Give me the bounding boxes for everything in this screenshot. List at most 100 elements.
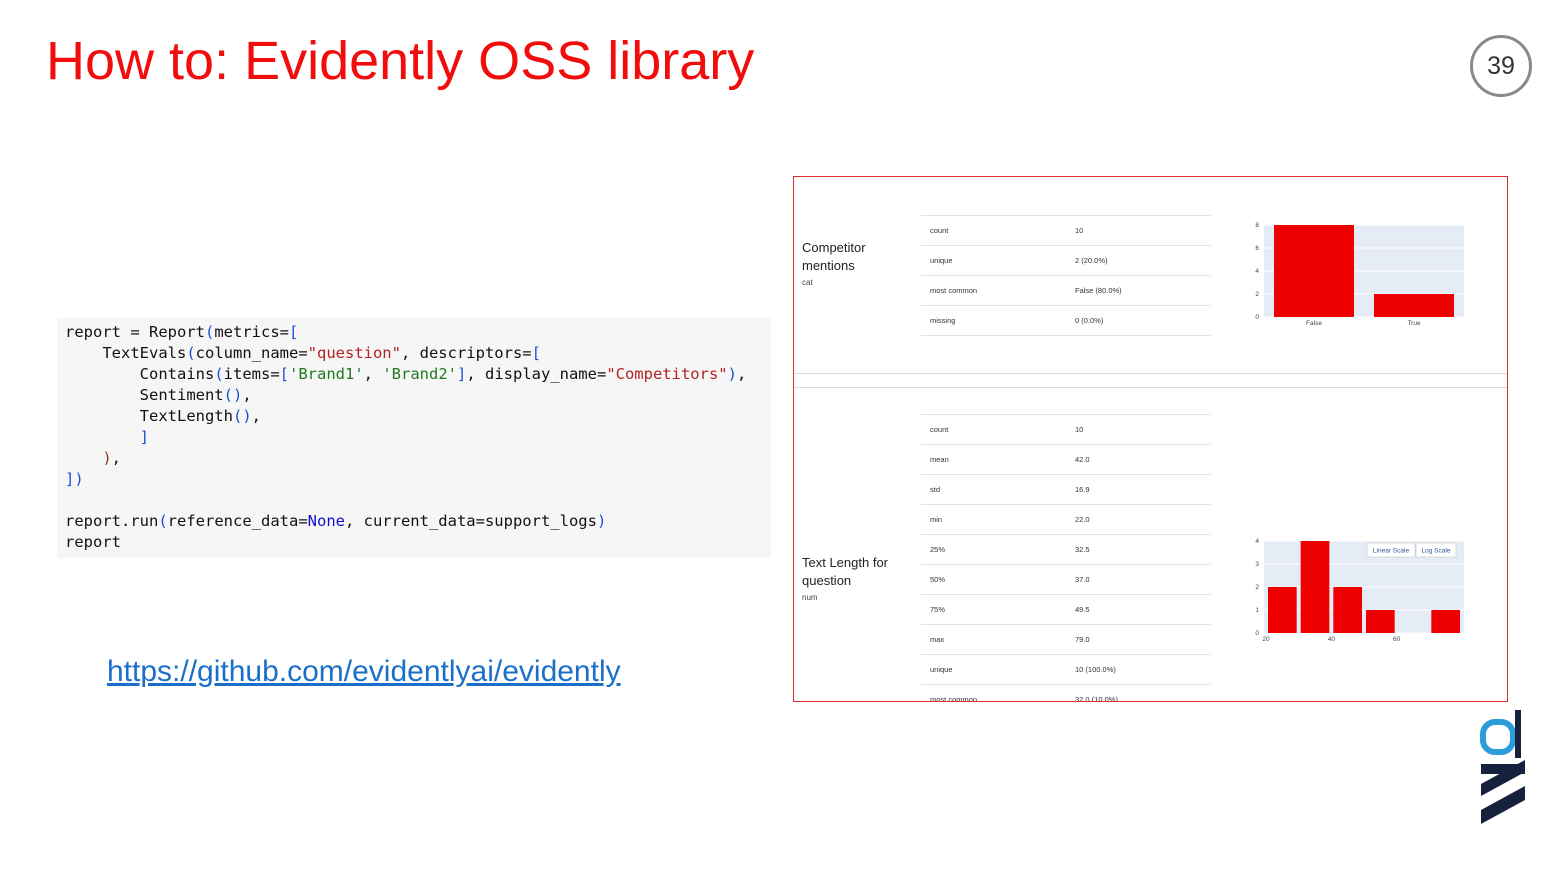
- code-line: report = Report(metrics=[: [65, 322, 771, 343]
- code-token: report: [65, 533, 121, 551]
- code-token: report = Report: [65, 323, 205, 341]
- code-token: [: [288, 323, 299, 341]
- linear-scale-button[interactable]: Linear Scale: [1366, 542, 1416, 558]
- stat-value: 79.0: [1075, 635, 1090, 644]
- log-scale-button[interactable]: Log Scale: [1415, 542, 1457, 558]
- stat-row: min 22.0: [921, 504, 1211, 534]
- stat-value: 16.9: [1075, 485, 1090, 494]
- y-tick-label: 3: [1255, 561, 1259, 568]
- stat-key: most common: [930, 286, 978, 295]
- stat-row: most common False (80.0%): [921, 275, 1211, 305]
- stat-key: min: [930, 515, 943, 524]
- code-token: None: [307, 512, 345, 530]
- histogram-text-length: 0 1 2 3 4 20 40 60 Linear Scale Log Scale: [1244, 535, 1474, 650]
- section-divider: [794, 387, 1507, 388]
- evidently-report: Competitor mentions cat count 10 unique 2 (…: [793, 176, 1508, 702]
- stat-value: 2 (20.0%): [1075, 256, 1108, 265]
- bar-chart-competitor-mentions: 0 2 4 6 8 False True: [1244, 217, 1474, 332]
- code-token: [: [279, 365, 289, 383]
- code-token: [: [531, 344, 541, 362]
- stat-row: std 16.9: [921, 474, 1211, 504]
- code-line: report.run(reference_data=None, current_…: [65, 511, 771, 532]
- y-tick-label: 0: [1255, 314, 1259, 321]
- code-line: report: [65, 532, 771, 553]
- stat-value: 10: [1075, 425, 1084, 434]
- histogram-bar: [1268, 587, 1297, 633]
- feature-type-cat: cat: [802, 278, 813, 287]
- stat-row: 25% 32.5: [921, 534, 1211, 564]
- code-token: TextEvals: [65, 344, 187, 362]
- code-line: ]): [65, 469, 771, 490]
- code-token: Sentiment: [65, 386, 224, 404]
- stat-key: 25%: [930, 545, 946, 554]
- stat-key: unique: [930, 256, 953, 265]
- stat-key: missing: [930, 316, 956, 325]
- y-tick-label: 1: [1255, 607, 1259, 614]
- stat-value: 37.0: [1075, 575, 1090, 584]
- code-token: items=: [223, 365, 280, 383]
- x-tick-label: False: [1306, 320, 1322, 327]
- bar-true: [1374, 294, 1454, 317]
- code-token: (: [214, 365, 224, 383]
- chart-svg-2: 0 1 2 3 4 20 40 60 Linear Scale Log Scale: [1255, 538, 1464, 643]
- stat-row: count 10: [921, 215, 1211, 245]
- stat-value: False (80.0%): [1075, 286, 1122, 295]
- stat-value: 32.5: [1075, 545, 1090, 554]
- chart-svg-1: 0 2 4 6 8 False True: [1255, 222, 1464, 327]
- section-divider: [794, 373, 1507, 374]
- code-line: TextLength(),: [65, 406, 771, 427]
- code-token: TextLength: [65, 407, 233, 425]
- stat-row: 50% 37.0: [921, 564, 1211, 594]
- code-token: column_name=: [195, 344, 308, 362]
- stat-key: count: [930, 226, 949, 235]
- code-token: 'Brand1': [289, 365, 364, 383]
- y-tick-label: 2: [1255, 291, 1259, 298]
- code-token: , descriptors=: [400, 344, 532, 362]
- x-tick-label: 40: [1328, 636, 1336, 643]
- y-tick-label: 4: [1255, 538, 1259, 545]
- stat-key: unique: [930, 665, 953, 674]
- code-token: (: [204, 323, 215, 341]
- page-number-badge: 39: [1470, 35, 1532, 97]
- code-token: reference_data=: [167, 512, 308, 530]
- code-token: ): [727, 365, 737, 383]
- stat-row: unique 2 (20.0%): [921, 245, 1211, 275]
- y-tick-label: 4: [1255, 268, 1259, 275]
- feature-type-num: num: [802, 593, 818, 602]
- code-token: ]): [65, 470, 84, 488]
- code-token: ,: [242, 386, 252, 404]
- x-tick-label: True: [1407, 320, 1421, 327]
- code-token: , current_data=support_logs: [344, 512, 597, 530]
- stat-key: max: [930, 635, 945, 644]
- stat-row: max 79.0: [921, 624, 1211, 654]
- stats-table-feature1: count 10 unique 2 (20.0%) most common False (…: [921, 215, 1211, 336]
- stat-key: most common: [930, 695, 978, 702]
- code-token: metrics=: [214, 323, 289, 341]
- stat-value: 10 (100.0%): [1075, 665, 1116, 674]
- histogram-bar: [1333, 587, 1362, 633]
- stat-key: 75%: [930, 605, 946, 614]
- code-token: , display_name=: [466, 365, 607, 383]
- stat-value: 49.5: [1075, 605, 1090, 614]
- stat-row: count 10: [921, 414, 1211, 444]
- code-token: "question": [307, 344, 401, 362]
- stat-value: 10: [1075, 226, 1084, 235]
- stat-key: 50%: [930, 575, 946, 584]
- code-line: ),: [65, 448, 771, 469]
- code-token: ,: [111, 449, 122, 467]
- stat-key: std: [930, 485, 941, 494]
- code-token: (): [232, 407, 252, 425]
- y-tick-label: 0: [1255, 630, 1259, 637]
- stat-table-bottom-rule: [921, 335, 1211, 336]
- y-tick-label: 2: [1255, 584, 1259, 591]
- stat-value: 32.0 (10.0%): [1075, 695, 1118, 702]
- code-line: Sentiment(),: [65, 385, 771, 406]
- feature-name-competitor-mentions: Competitor mentions: [802, 240, 866, 273]
- histogram-bar: [1300, 541, 1330, 633]
- code-token: (: [186, 344, 196, 362]
- button-label: Log Scale: [1422, 548, 1451, 555]
- code-token: ]: [65, 428, 149, 446]
- histogram-bar: [1431, 610, 1460, 633]
- aicon-2024-logo: [1480, 710, 1525, 838]
- github-link[interactable]: https://github.com/evidentlyai/evidently: [107, 655, 621, 689]
